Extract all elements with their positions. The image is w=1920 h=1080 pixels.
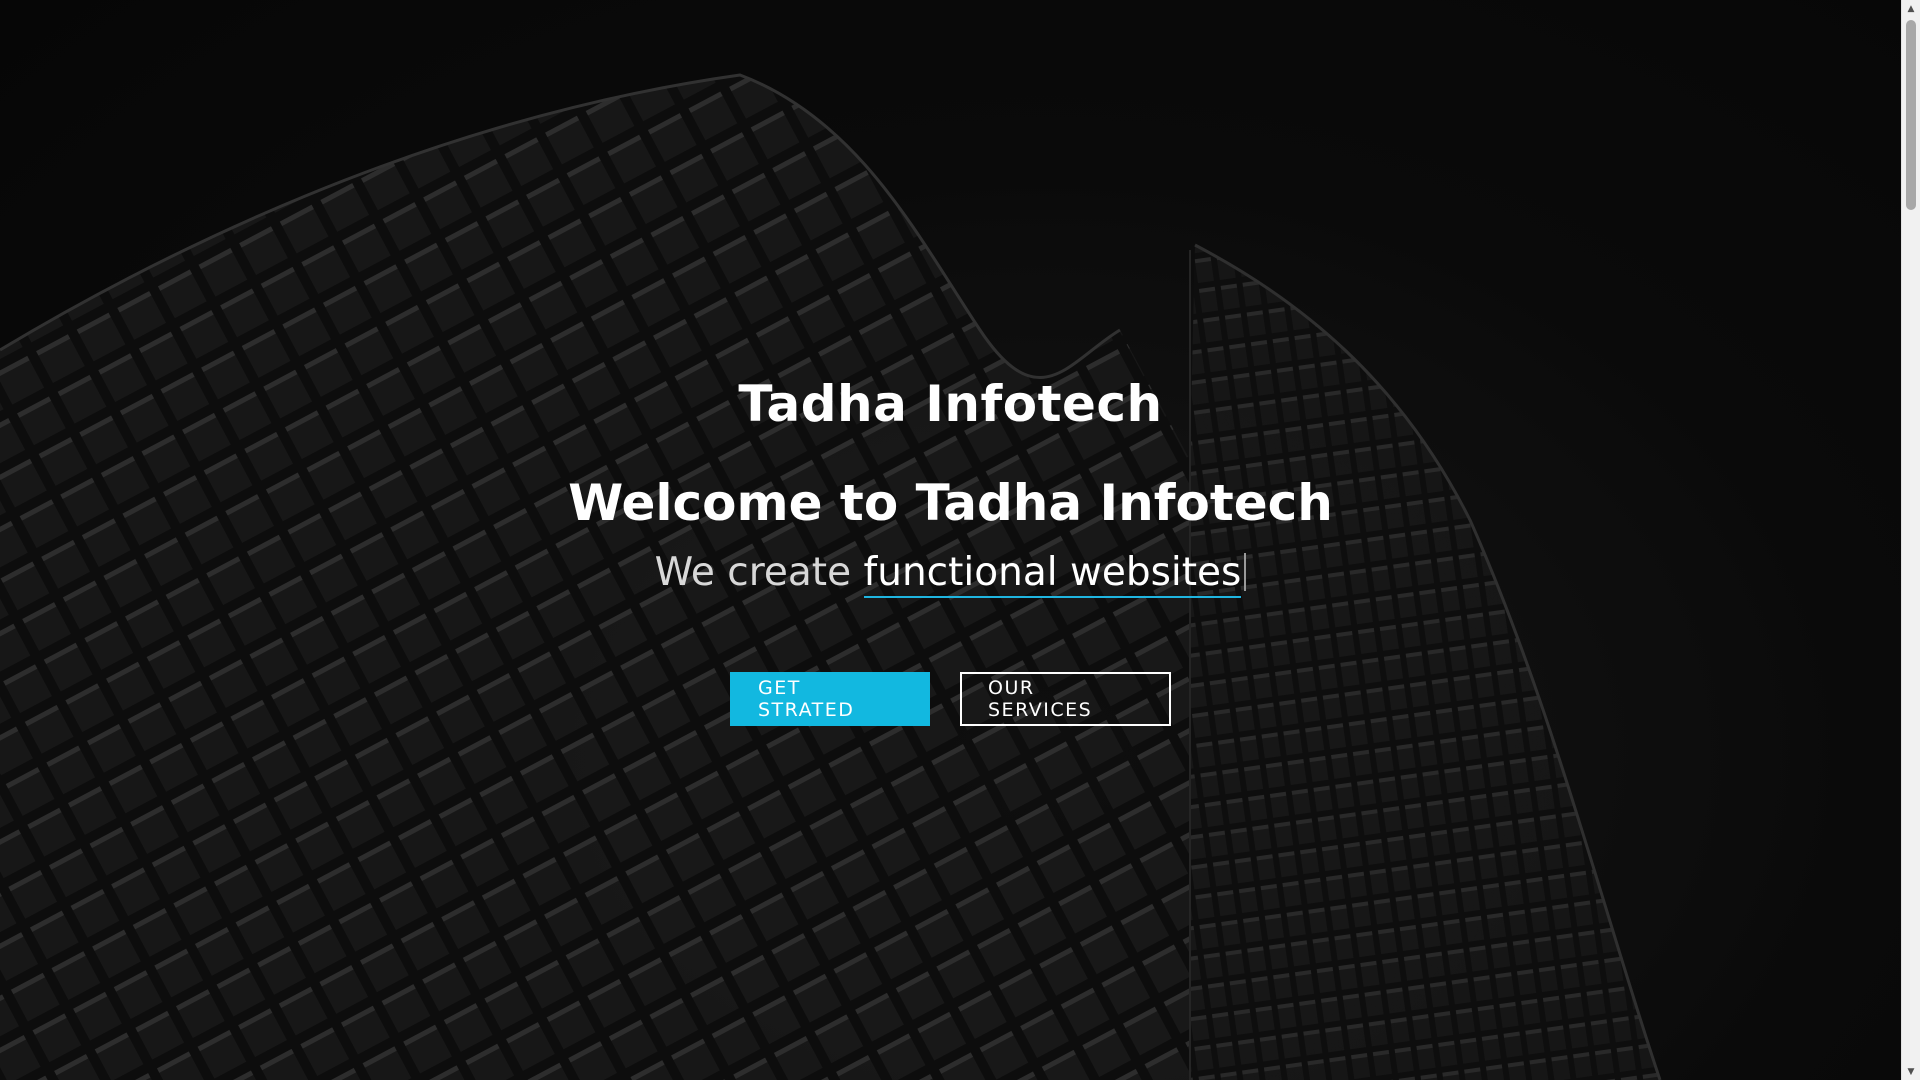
vertical-scrollbar[interactable]: ▲ ▼ bbox=[1901, 0, 1920, 1080]
welcome-heading: Welcome to Tadha Infotech bbox=[568, 474, 1333, 532]
page: Tadha Infotech Welcome to Tadha Infotech… bbox=[0, 0, 1920, 1080]
our-services-button[interactable]: OUR SERVICES bbox=[960, 672, 1171, 726]
hero-buttons: GET STRATED OUR SERVICES bbox=[0, 672, 1901, 726]
scroll-up-arrow-icon[interactable]: ▲ bbox=[1902, 0, 1920, 17]
get-started-button[interactable]: GET STRATED bbox=[730, 672, 930, 726]
brand-title: Tadha Infotech bbox=[738, 375, 1163, 433]
tagline-typed-text: functional websites bbox=[863, 550, 1242, 598]
tagline: We create functional websites bbox=[0, 550, 1901, 598]
tagline-prefix: We create bbox=[654, 550, 864, 595]
scroll-down-arrow-icon[interactable]: ▼ bbox=[1902, 1063, 1920, 1080]
hero-section: Tadha Infotech Welcome to Tadha Infotech… bbox=[0, 0, 1901, 1080]
typing-cursor bbox=[1244, 553, 1247, 591]
scroll-thumb[interactable] bbox=[1906, 20, 1916, 210]
